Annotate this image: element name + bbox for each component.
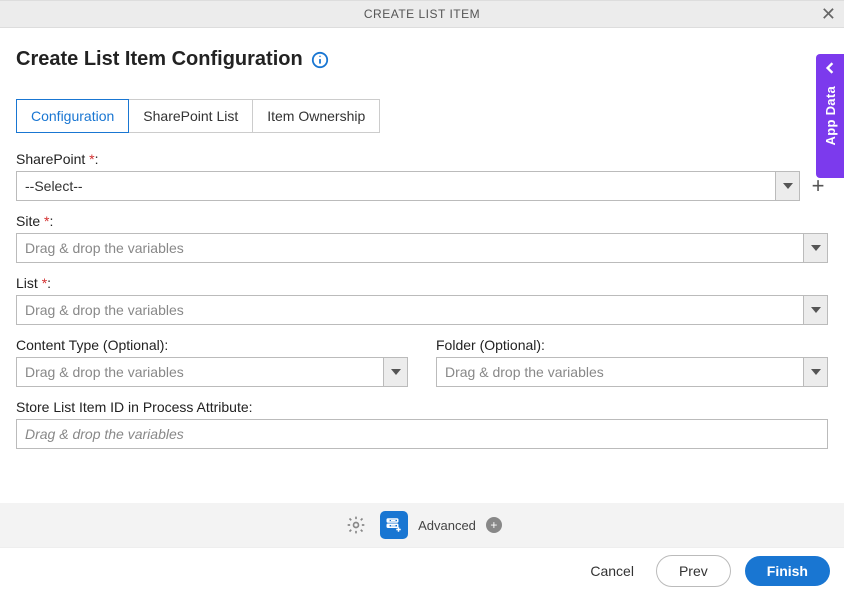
site-placeholder: Drag & drop the variables <box>17 240 803 256</box>
folder-placeholder: Drag & drop the variables <box>437 364 803 380</box>
app-data-label: App Data <box>823 86 838 145</box>
tab-bar: Configuration SharePoint List Item Owner… <box>16 99 828 133</box>
content-type-placeholder: Drag & drop the variables <box>17 364 383 380</box>
tab-item-ownership[interactable]: Item Ownership <box>253 99 380 133</box>
folder-input[interactable]: Drag & drop the variables <box>436 357 828 387</box>
site-input[interactable]: Drag & drop the variables <box>16 233 828 263</box>
dialog-header: CREATE LIST ITEM ✕ <box>0 0 844 28</box>
field-list: List *: Drag & drop the variables <box>16 275 828 325</box>
field-sharepoint: SharePoint *: --Select-- + <box>16 151 828 201</box>
chevron-down-icon[interactable] <box>383 358 407 386</box>
store-id-placeholder: Drag & drop the variables <box>17 426 827 442</box>
form-builder-icon[interactable] <box>380 511 408 539</box>
chevron-down-icon[interactable] <box>803 358 827 386</box>
folder-label: Folder (Optional): <box>436 337 828 353</box>
prev-button[interactable]: Prev <box>656 555 731 587</box>
finish-button[interactable]: Finish <box>745 556 830 586</box>
label-colon: : <box>47 275 51 291</box>
field-site: Site *: Drag & drop the variables <box>16 213 828 263</box>
label-colon: : <box>95 151 99 167</box>
cancel-button[interactable]: Cancel <box>582 557 642 585</box>
store-id-input[interactable]: Drag & drop the variables <box>16 419 828 449</box>
field-folder: Folder (Optional): Drag & drop the varia… <box>436 337 828 387</box>
tab-sharepoint-list[interactable]: SharePoint List <box>129 99 253 133</box>
sharepoint-label: SharePoint *: <box>16 151 828 167</box>
dialog-footer: Cancel Prev Finish <box>0 547 844 593</box>
chevron-down-icon[interactable] <box>775 172 799 200</box>
advanced-label: Advanced <box>418 518 476 533</box>
site-label-text: Site <box>16 213 40 229</box>
label-colon: : <box>49 213 53 229</box>
store-id-label: Store List Item ID in Process Attribute: <box>16 399 828 415</box>
list-label: List *: <box>16 275 828 291</box>
dialog-body: Create List Item Configuration Configura… <box>0 28 844 449</box>
info-icon[interactable] <box>311 51 329 69</box>
close-icon[interactable]: ✕ <box>821 5 836 23</box>
dialog-title: CREATE LIST ITEM <box>364 7 480 21</box>
sharepoint-label-text: SharePoint <box>16 151 85 167</box>
sharepoint-select[interactable]: --Select-- <box>16 171 800 201</box>
chevron-left-icon <box>824 62 836 74</box>
field-content-type: Content Type (Optional): Drag & drop the… <box>16 337 408 387</box>
list-input[interactable]: Drag & drop the variables <box>16 295 828 325</box>
content-type-label: Content Type (Optional): <box>16 337 408 353</box>
content-type-input[interactable]: Drag & drop the variables <box>16 357 408 387</box>
sharepoint-select-value: --Select-- <box>17 178 775 194</box>
chevron-down-icon[interactable] <box>803 234 827 262</box>
gear-icon[interactable] <box>342 511 370 539</box>
list-label-text: List <box>16 275 38 291</box>
advanced-expand-button[interactable]: + <box>486 517 502 533</box>
chevron-down-icon[interactable] <box>803 296 827 324</box>
list-placeholder: Drag & drop the variables <box>17 302 803 318</box>
toolbar-strip: Advanced + <box>0 503 844 547</box>
add-sharepoint-button[interactable]: + <box>808 176 828 196</box>
tab-configuration[interactable]: Configuration <box>16 99 129 133</box>
site-label: Site *: <box>16 213 828 229</box>
page-title: Create List Item Configuration <box>16 48 303 71</box>
app-data-panel-toggle[interactable]: App Data <box>816 54 844 178</box>
field-store-id: Store List Item ID in Process Attribute:… <box>16 399 828 449</box>
